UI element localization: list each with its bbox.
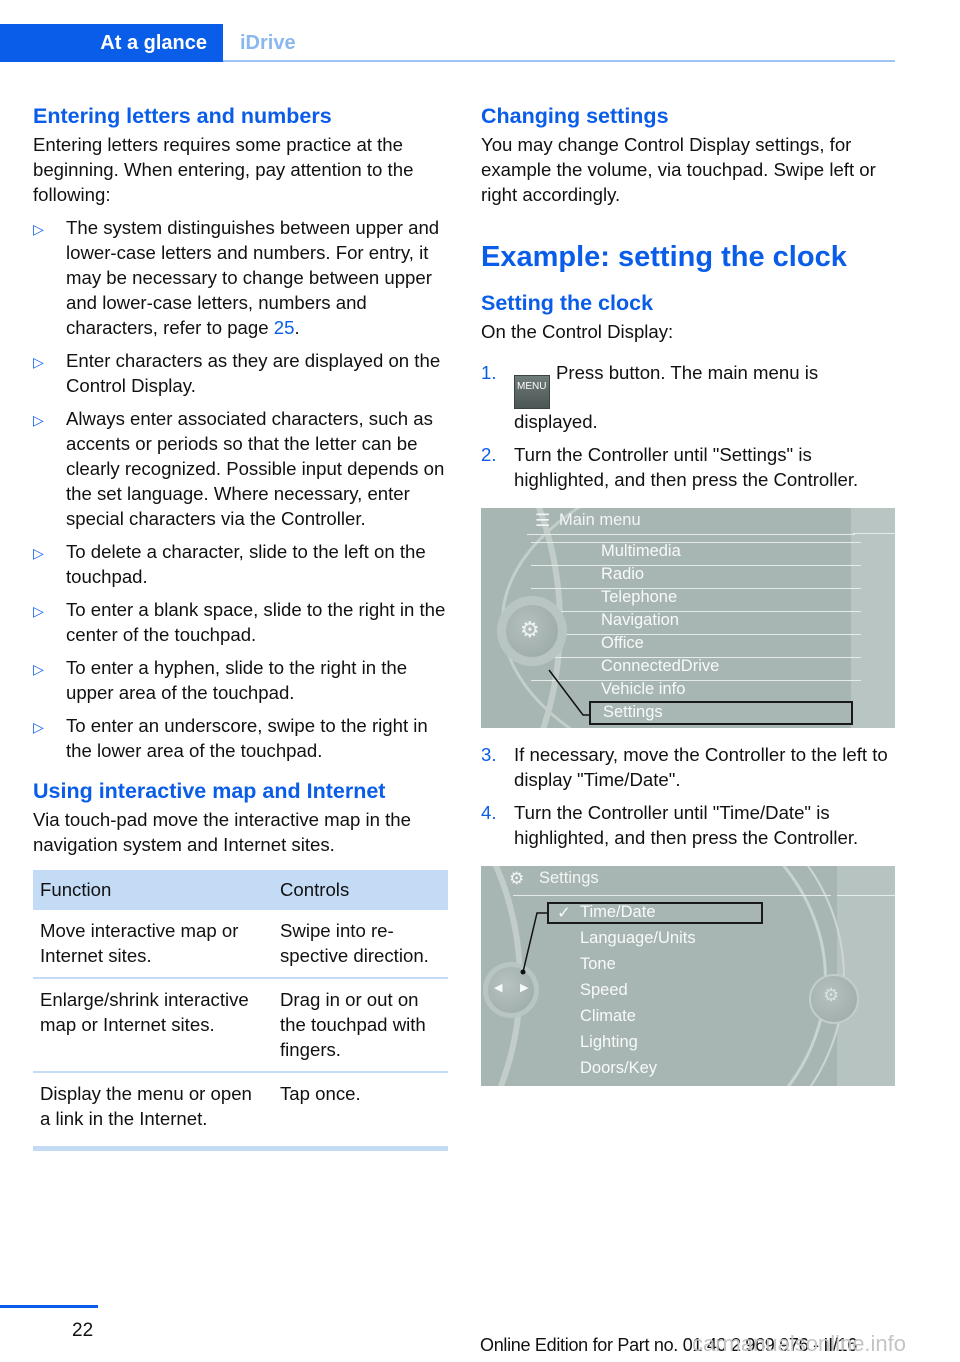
tab-idrive[interactable]: iDrive — [240, 24, 296, 62]
bullet-triangle-icon: ▷ — [33, 412, 44, 428]
step-number: 3. — [481, 744, 497, 765]
entering-tips-list: ▷ The system distinguishes between upper… — [33, 215, 448, 763]
changing-settings-body: You may change Control Display settings,… — [481, 134, 876, 205]
table-cell: Move interactive map or Internet sites. — [33, 910, 273, 979]
step-number: 2. — [481, 444, 497, 465]
table-row: Move interactive map or Internet sites. … — [33, 910, 448, 979]
function-controls-table: Function Controls Move interactive map o… — [33, 870, 448, 1151]
table-cell: Display the menu or open a link in the I… — [33, 1072, 273, 1151]
bullet-triangle-icon: ▷ — [33, 545, 44, 561]
table-row: Enlarge/shrink interactive map or Intern… — [33, 978, 448, 1073]
control-display-main-menu: ☰ Main menu Multimedia Radio Telephone N… — [481, 508, 895, 728]
menu-button-icon: MENU — [514, 375, 550, 409]
control-display-settings: ⚙ Settings ✓ Time/Date Language/Units To… — [481, 866, 895, 1086]
bullet-triangle-icon: ▷ — [33, 221, 44, 237]
list-item: ▷ To enter a blank space, slide to the r… — [33, 599, 446, 645]
section-title-example-clock: Example: setting the clock — [481, 241, 847, 273]
page-link-25[interactable]: 25 — [274, 317, 295, 338]
steps-list-b: 3. If necessary, move the Controller to … — [481, 742, 895, 850]
entering-letters-intro: Entering letters requires some practice … — [33, 134, 414, 205]
page-number: 22 — [72, 1320, 94, 1341]
list-item: ▷ To enter a hyphen, slide to the right … — [33, 657, 408, 703]
column-header-function: Function — [33, 870, 273, 910]
callout-line — [548, 669, 589, 716]
list-item: ▷ The system distinguishes between upper… — [33, 217, 440, 338]
bullet-triangle-icon: ▷ — [33, 661, 44, 677]
table-cell: Swipe into re­spective direc­tion. — [273, 910, 448, 979]
tab-at-a-glance[interactable]: At a glance — [0, 24, 223, 62]
table-header-row: Function Controls — [33, 870, 448, 910]
steps-list-a: 1. MENUPress button. The main menu is di… — [481, 360, 895, 492]
step-item: 3. If necessary, move the Controller to … — [481, 744, 888, 790]
section-title-entering-letters: Entering letters and numbers — [33, 104, 332, 128]
callout-line — [520, 912, 547, 975]
step-item: 2. Turn the Controller until "Settings" … — [481, 444, 859, 490]
left-column: Entering letters and numbers Entering le… — [33, 100, 448, 1151]
subsection-title-setting-clock: Setting the clock — [481, 291, 654, 315]
bullet-triangle-icon: ▷ — [33, 603, 44, 619]
footer-rule — [0, 1305, 98, 1308]
list-item: ▷ Enter characters as they are displayed… — [33, 350, 441, 396]
column-header-controls: Controls — [273, 870, 448, 910]
table-cell: Drag in or out on the touchpad with fing… — [273, 978, 448, 1073]
bullet-triangle-icon: ▷ — [33, 719, 44, 735]
interactive-map-intro: Via touch-pad move the interactive map i… — [33, 809, 411, 855]
section-title-interactive-map: Using interactive map and Internet — [33, 779, 386, 803]
watermark: carmanualsonline.info — [692, 1331, 907, 1356]
step-number: 1. — [481, 362, 497, 383]
right-column: Changing settings You may change Control… — [481, 100, 895, 1100]
header-rule — [223, 60, 895, 62]
setting-clock-intro: On the Control Display: — [481, 321, 674, 342]
table-row: Display the menu or open a link in the I… — [33, 1072, 448, 1151]
step-item: 1. MENUPress button. The main menu is di… — [481, 362, 819, 432]
page-header: At a glance iDrive — [0, 24, 895, 62]
table-cell: Enlarge/shrink interactive map or Intern… — [33, 978, 273, 1073]
list-item: ▷ Always enter associated characters, su… — [33, 408, 445, 529]
list-item: ▷ To enter an underscore, swipe to the r… — [33, 715, 428, 761]
section-title-changing-settings: Changing settings — [481, 104, 669, 128]
step-item: 4. Turn the Controller until "Time/Date"… — [481, 802, 859, 848]
list-item: ▷ To delete a character, slide to the le… — [33, 541, 426, 587]
bullet-triangle-icon: ▷ — [33, 354, 44, 370]
table-cell: Tap once. — [273, 1072, 448, 1151]
step-number: 4. — [481, 802, 497, 823]
